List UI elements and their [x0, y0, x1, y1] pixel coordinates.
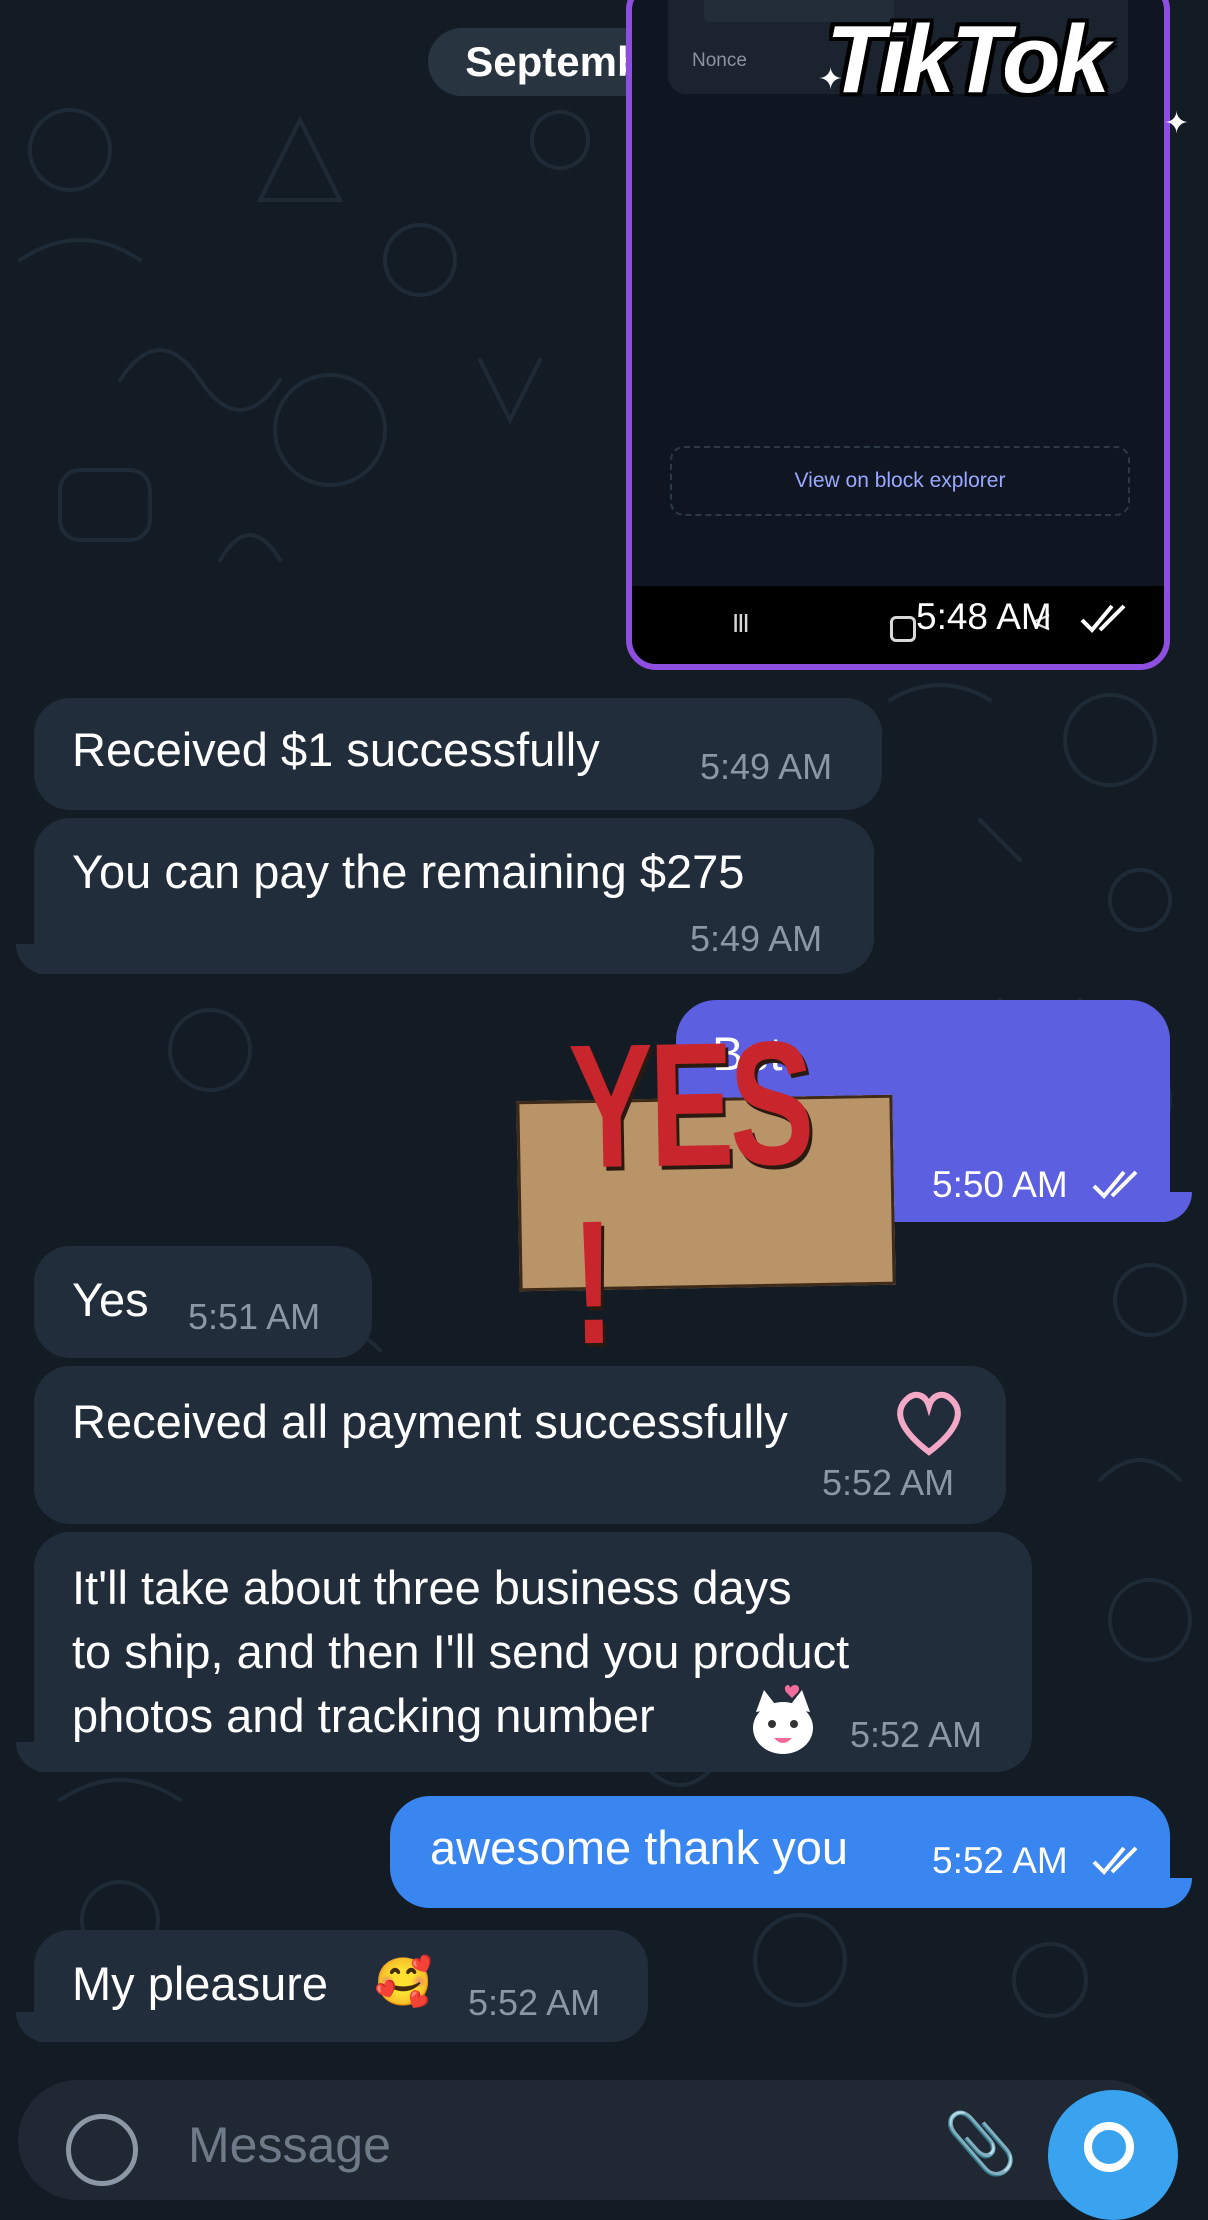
bubble-tail [16, 2012, 46, 2042]
emoji-icon[interactable] [66, 2114, 138, 2186]
view-block-explorer-link[interactable]: View on block explorer [670, 446, 1130, 516]
cat-sticker-icon [753, 1685, 813, 1754]
message-text-line: It'll take about three business days [72, 1561, 792, 1614]
message-time: 5:52 AM [468, 1982, 601, 2023]
message-time: 5:52 AM [850, 1714, 983, 1755]
message-text: My pleasure [72, 1957, 328, 2010]
incoming-message[interactable]: My pleasure 🥰 5:52 AM [34, 1930, 648, 2042]
message-input[interactable]: Message [188, 2116, 391, 2174]
bubble-tail [1162, 1878, 1192, 1908]
incoming-message[interactable]: Yes 5:51 AM [34, 1246, 372, 1358]
double-check-icon [1080, 604, 1126, 633]
message-composer[interactable]: Message 📎 [18, 2080, 1168, 2200]
message-time: 5:49 AM [700, 746, 833, 787]
message-text: Yes [72, 1273, 149, 1326]
message-text: Received $1 successfully [72, 723, 600, 776]
message-text: Received all payment successfully [72, 1395, 788, 1448]
message-text: awesome thank you [430, 1821, 849, 1874]
bubble-tail [16, 1742, 46, 1772]
outgoing-message[interactable]: awesome thank you 5:52 AM [390, 1796, 1170, 1908]
send-icon [1084, 2122, 1134, 2172]
yes-sticker: YES ! [516, 1005, 896, 1381]
message-time: 5:51 AM [188, 1296, 321, 1337]
message-text: You can pay the remaining $275 [72, 845, 745, 898]
incoming-message[interactable]: You can pay the remaining $275 5:49 AM [34, 818, 874, 974]
home-icon [890, 616, 916, 642]
incoming-message[interactable]: It'll take about three business days to … [34, 1532, 1032, 1772]
send-button[interactable] [1048, 2090, 1178, 2220]
smiling-hearts-emoji: 🥰 [374, 1955, 433, 2008]
message-text-line: photos and tracking number [72, 1689, 655, 1742]
message-text-line: to ship, and then I'll send you product [72, 1625, 850, 1678]
message-time: 5:49 AM [690, 918, 823, 959]
incoming-message[interactable]: Received $1 successfully 5:49 AM [34, 698, 882, 810]
double-check-icon [1092, 1846, 1138, 1875]
attach-icon[interactable]: 📎 [943, 2108, 1018, 2179]
message-time: 5:52 AM [822, 1462, 955, 1503]
message-time: 5:48 AM [916, 596, 1052, 637]
sparkle-icon: ✦ [1164, 107, 1189, 140]
bubble-tail [16, 944, 46, 974]
bubble-tail [1162, 1192, 1192, 1222]
recents-icon: III [732, 608, 750, 638]
message-time: 5:52 AM [932, 1840, 1068, 1881]
double-check-icon [1092, 1170, 1138, 1199]
heart-sticker-icon [897, 1391, 961, 1456]
tiktok-watermark: ✦ TikTok ✦ [818, 0, 1196, 140]
nonce-label: Nonce [692, 50, 747, 71]
phone-nav-bar: III < 5:48 AM [632, 586, 1164, 664]
message-time: 5:50 AM [932, 1164, 1068, 1205]
sparkle-icon: ✦ [818, 63, 843, 96]
incoming-message[interactable]: Received all payment successfully 5:52 A… [34, 1366, 1006, 1524]
